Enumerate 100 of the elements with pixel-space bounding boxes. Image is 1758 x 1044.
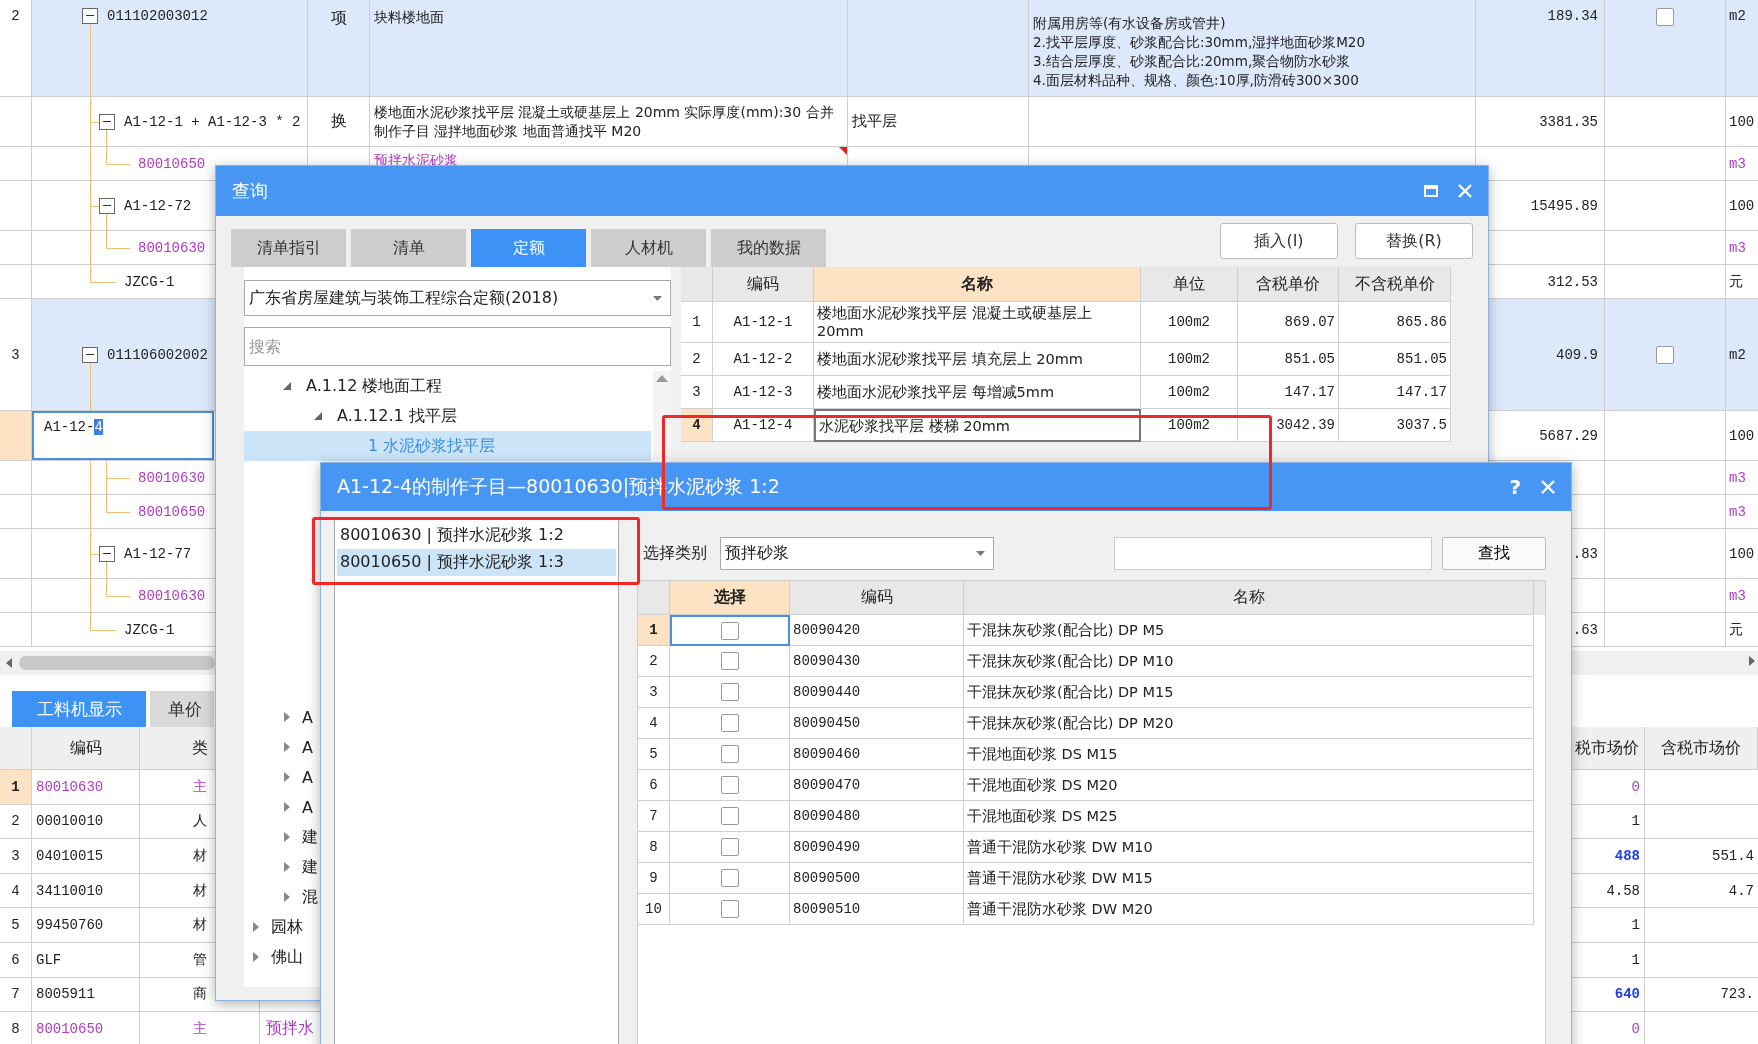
tree-arrow-icon[interactable] [282,892,292,902]
table-cell: 找平层 [848,97,1029,147]
table-cell: 100 [1726,411,1758,461]
tree-code[interactable]: A1-12-72 [124,197,192,214]
action-button[interactable]: 替换(R) [1355,223,1473,259]
collapse-icon[interactable] [82,8,98,24]
tree-code[interactable]: 011106002002 [107,346,208,363]
tab[interactable]: 人材机 [591,229,706,267]
tree-item[interactable]: 混 [302,886,318,908]
collapse-icon[interactable] [99,197,115,214]
scroll-right-icon[interactable] [1748,656,1756,666]
checkbox[interactable] [1656,8,1674,26]
tree-item[interactable]: 建 [302,826,318,848]
tree-arrow-icon[interactable] [251,922,261,932]
table-cell: m3 [1726,461,1758,495]
caret-icon [976,550,986,556]
table-cell: 147.17 [1238,376,1339,409]
category-dropdown[interactable]: 预拌砂浆 [720,536,995,570]
tree-code[interactable]: 80010630 [138,239,206,256]
tree-arrow-icon[interactable] [282,742,292,752]
tree-arrow-icon[interactable] [313,411,323,421]
table-cell: 80090420 [790,615,964,646]
close-button[interactable] [1458,184,1472,198]
collapse-icon[interactable] [82,346,98,363]
find-button[interactable]: 查找 [1441,536,1546,570]
tree-item[interactable]: 建 [302,856,318,878]
tree-arrow-icon[interactable] [282,772,292,782]
tree-arrow-icon[interactable] [282,712,292,722]
checkbox[interactable] [720,745,739,763]
list-item[interactable]: 80010650 | 预拌水泥砂浆 1:3 [337,549,616,576]
checkbox[interactable] [720,776,739,794]
table-cell: 100m2 [1141,376,1238,409]
tree-item[interactable]: 园林 [271,916,303,938]
checkbox[interactable] [1656,345,1674,364]
checkbox[interactable] [720,869,739,887]
table-cell: 80090460 [790,739,964,770]
checkbox[interactable] [720,838,739,856]
collapse-icon[interactable] [99,113,115,130]
caret-icon [653,295,662,301]
description-line: 3.结合层厚度、砂浆配合比:20mm,聚合物防水砂浆 [1033,52,1351,71]
column-header[interactable]: 名称 [814,267,1141,302]
tree-arrow-icon[interactable] [282,862,292,872]
tree-item[interactable]: A [302,797,313,817]
scroll-up-icon[interactable] [656,375,668,382]
tree-code[interactable]: 80010630 [138,587,206,604]
tree-arrow-icon[interactable] [282,381,292,391]
tree-item[interactable]: 佛山 [271,946,303,968]
tree-item[interactable]: A [302,767,313,787]
checkbox[interactable] [720,900,739,918]
maximize-button[interactable] [1424,185,1438,197]
checkbox[interactable] [720,807,739,825]
table-cell: 普通干混防水砂浆 DW M10 [964,832,1534,863]
table-cell: 楼地面水泥砂浆找平层 混凝土或硬基层上 20mm [814,302,1141,343]
tree-code[interactable]: A1-12-77 [124,545,192,562]
tree-arrow-icon[interactable] [282,802,292,812]
panel-tab[interactable]: 单价 [150,691,214,727]
table-cell: 8005911 [32,977,140,1013]
table-cell: m3 [1726,231,1758,265]
column-header[interactable]: 名称 [964,581,1534,615]
tab[interactable]: 我的数据 [711,229,826,267]
tree-item[interactable]: A.1.12.1 找平层 [244,401,671,431]
tree-arrow-icon[interactable] [282,832,292,842]
table-cell: 100 [1726,181,1758,231]
tree-code[interactable]: 80010630 [138,469,206,486]
tree-code[interactable]: 011102003012 [107,8,208,24]
checkbox[interactable] [720,683,739,701]
column-header[interactable]: 选择 [670,581,790,615]
tree-item[interactable]: A [302,707,313,727]
scrollbar-thumb[interactable] [19,656,215,670]
search-field[interactable]: 搜索 [244,327,671,366]
collapse-icon[interactable] [99,545,115,562]
column-header[interactable]: 编码 [790,581,964,615]
checkbox[interactable] [720,652,739,670]
scroll-left-icon[interactable] [5,658,13,668]
column-header[interactable]: 含税单价 [1238,267,1339,302]
code-editor[interactable]: A1-12-4 [32,411,214,460]
scrollbar[interactable] [653,371,671,459]
tree-item[interactable]: A [302,737,313,757]
tree-code[interactable]: JZCG-1 [124,621,175,638]
library-dropdown[interactable]: 广东省房屋建筑与装饰工程综合定额(2018) [244,280,671,316]
column-header[interactable]: 单位 [1141,267,1238,302]
column-header[interactable]: 不含税单价 [1339,267,1451,302]
checkbox[interactable] [720,714,739,732]
table-cell: 80090500 [790,863,964,894]
tree-arrow-icon[interactable] [251,952,261,962]
tab[interactable]: 清单 [351,229,466,267]
tree-item[interactable]: A.1.12 楼地面工程 [244,371,671,401]
table-cell: 普通干混防水砂浆 DW M20 [964,894,1534,925]
action-button[interactable]: 插入(I) [1220,223,1338,259]
tab[interactable]: 清单指引 [231,229,346,267]
checkbox[interactable] [721,621,739,640]
list-item[interactable]: 80010630 | 预拌水泥砂浆 1:2 [337,522,616,549]
tree-code[interactable]: 80010650 [138,503,206,520]
table-cell: 3381.35 [1476,97,1605,147]
tree-code[interactable]: A1-12-1 + A1-12-3 * 2 [124,113,301,130]
tree-code[interactable]: JZCG-1 [124,273,175,290]
tree-code[interactable]: 80010650 [138,155,206,172]
close-button[interactable] [1541,480,1555,494]
input-field[interactable] [1114,536,1432,570]
table-cell: 34110010 [32,873,140,909]
